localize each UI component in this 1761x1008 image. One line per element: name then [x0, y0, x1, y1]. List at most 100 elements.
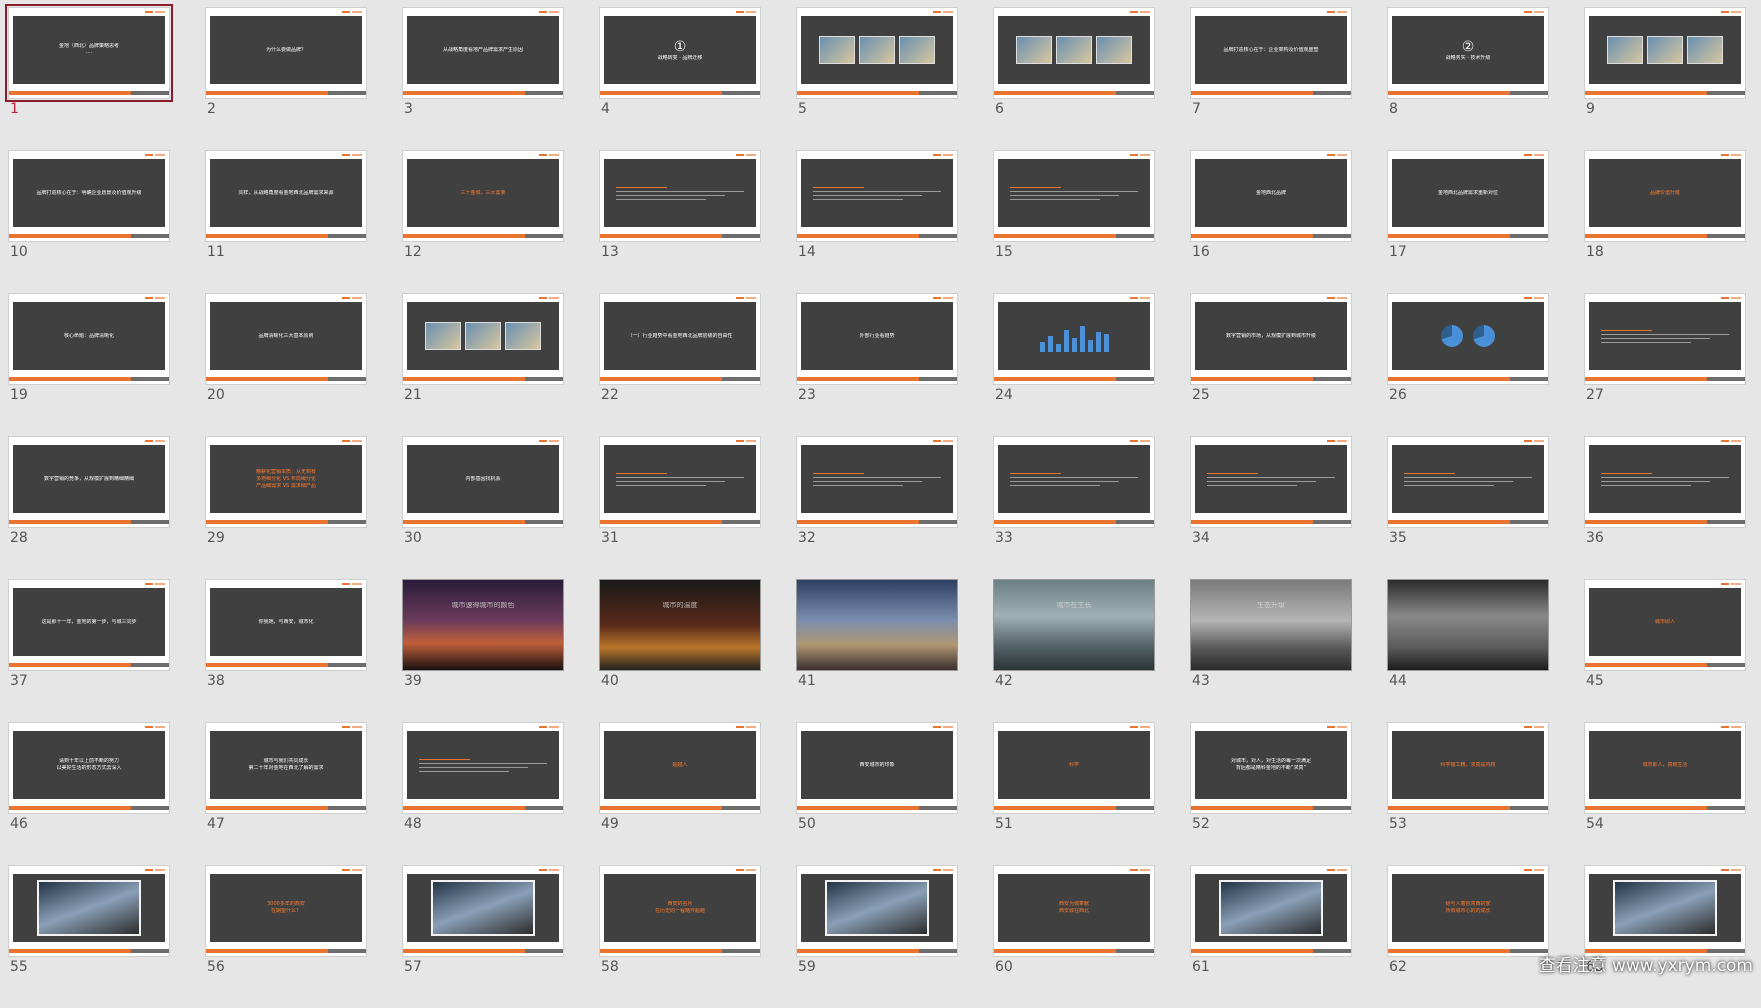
slide-thumbnail[interactable]	[796, 150, 958, 242]
slide-item[interactable]: 13	[599, 150, 761, 293]
slide-thumbnail[interactable]	[796, 7, 958, 99]
slide-thumbnail[interactable]: 给与人着扮真西的家 所有城市心的的成长	[1387, 865, 1549, 957]
slide-item[interactable]: 33	[993, 436, 1155, 579]
slide-thumbnail[interactable]: 城市的温度	[599, 579, 761, 671]
slide-item[interactable]: 你我她，与西安，城市化 38	[205, 579, 367, 722]
slide-thumbnail[interactable]	[1190, 865, 1352, 957]
slide-thumbnail[interactable]: 西安为城奉献 西安城在西北	[993, 865, 1155, 957]
slide-thumbnail[interactable]: 外部行业看趋势	[796, 293, 958, 385]
slide-item[interactable]: 14	[796, 150, 958, 293]
slide-item[interactable]: 核心命题：品牌清晰化 19	[8, 293, 170, 436]
slide-item[interactable]: 34	[1190, 436, 1352, 579]
slide-item[interactable]: 63	[1584, 865, 1746, 1008]
slide-thumbnail[interactable]	[796, 436, 958, 528]
slide-thumbnail[interactable]: 金地西北品牌	[1190, 150, 1352, 242]
slide-item[interactable]: 城市即人 45	[1584, 579, 1746, 722]
slide-item[interactable]: 品牌价值升级 18	[1584, 150, 1746, 293]
slide-thumbnail[interactable]	[993, 7, 1155, 99]
slide-item[interactable]: 这是那十一年，金地的第一步，与城三同步 37	[8, 579, 170, 722]
slide-item[interactable]: 品牌清晰化三大基本原则 20	[205, 293, 367, 436]
slide-item[interactable]: ① 战略转变 · 品牌迁移 4	[599, 7, 761, 150]
slide-item[interactable]: 西安城市的印象 50	[796, 722, 958, 865]
slide-item[interactable]: 品牌打造核心在于：企业架构及价值观重塑 7	[1190, 7, 1352, 150]
slide-thumbnail[interactable]	[1387, 293, 1549, 385]
slide-thumbnail[interactable]	[8, 865, 170, 957]
slide-thumbnail[interactable]: 数字营销的竞争，从规模扩展到精细精细	[8, 436, 170, 528]
slide-thumbnail[interactable]: 请到十年以上前不断的努力 以美好生活的形态方式去深入	[8, 722, 170, 814]
slide-item[interactable]: 32	[796, 436, 958, 579]
slide-thumbnail[interactable]	[1584, 7, 1746, 99]
slide-item[interactable]: ② 战略务实 · 技术升级 8	[1387, 7, 1549, 150]
slide-thumbnail[interactable]: 城市与我们共同成长 第二十年对金地在西北了解的需求	[205, 722, 367, 814]
slide-item[interactable]: 35	[1387, 436, 1549, 579]
slide-thumbnail[interactable]: 品牌打造核心在于：明确企业愿景及价值观升级	[8, 150, 170, 242]
slide-thumbnail[interactable]	[1190, 436, 1352, 528]
slide-thumbnail[interactable]	[796, 865, 958, 957]
slide-item[interactable]: 41	[796, 579, 958, 722]
slide-item[interactable]: 城市即人，真致生活 54	[1584, 722, 1746, 865]
slide-thumbnail[interactable]	[993, 293, 1155, 385]
slide-thumbnail[interactable]	[402, 865, 564, 957]
slide-item[interactable]: 26	[1387, 293, 1549, 436]
slide-thumbnail[interactable]	[599, 150, 761, 242]
slide-thumbnail[interactable]: 超越人	[599, 722, 761, 814]
slide-thumbnail[interactable]: ① 战略转变 · 品牌迁移	[599, 7, 761, 99]
slide-thumbnail[interactable]: 内部基因找机会	[402, 436, 564, 528]
slide-thumbnail[interactable]: 品牌价值升级	[1584, 150, 1746, 242]
slide-item[interactable]: 数字营销的竞争，从规模扩展到精细精细 28	[8, 436, 170, 579]
slide-item[interactable]: 三十金城，三大需要 12	[402, 150, 564, 293]
slide-item[interactable]: 从战略角度看地产品牌需求产生原因 3	[402, 7, 564, 150]
slide-item[interactable]: 科学 51	[993, 722, 1155, 865]
slide-thumbnail[interactable]: 同样，从战略角度看金地西北品牌需求来源	[205, 150, 367, 242]
slide-item[interactable]: 24	[993, 293, 1155, 436]
slide-item[interactable]: 9	[1584, 7, 1746, 150]
slide-thumbnail[interactable]	[402, 722, 564, 814]
slide-thumbnail[interactable]: 3000多年的西安 在期望什么？	[205, 865, 367, 957]
slide-thumbnail[interactable]	[796, 579, 958, 671]
slide-item[interactable]: 5	[796, 7, 958, 150]
slide-item[interactable]: 同样，从战略角度看金地西北品牌需求来源 11	[205, 150, 367, 293]
slide-item[interactable]: 城市速得城市的颜色 39	[402, 579, 564, 722]
slide-item[interactable]: 为什么要做品牌？ 2	[205, 7, 367, 150]
slide-item[interactable]: 金地西北品牌需求重新对位 17	[1387, 150, 1549, 293]
slide-thumbnail[interactable]: 精耕化营销本质：从无到有 多地细分化 VS 布局细分化 产品细需求 VS 需求细产品	[205, 436, 367, 528]
slide-thumbnail[interactable]	[599, 436, 761, 528]
slide-item[interactable]: 城市在生长 42	[993, 579, 1155, 722]
slide-item[interactable]: 请到十年以上前不断的努力 以美好生活的形态方式去深入 46	[8, 722, 170, 865]
slide-thumbnail[interactable]: 为什么要做品牌？	[205, 7, 367, 99]
slide-item[interactable]: 精耕化营销本质：从无到有 多地细分化 VS 布局细分化 产品细需求 VS 需求细产品…	[205, 436, 367, 579]
slide-thumbnail[interactable]: 品牌清晰化三大基本原则	[205, 293, 367, 385]
slide-thumbnail[interactable]: 从战略角度看地产品牌需求产生原因	[402, 7, 564, 99]
slide-thumbnail[interactable]	[1584, 293, 1746, 385]
slide-item[interactable]: 品牌打造核心在于：明确企业愿景及价值观升级 10	[8, 150, 170, 293]
slide-thumbnail[interactable]: 核心命题：品牌清晰化	[8, 293, 170, 385]
slide-thumbnail[interactable]: 对城市，对人，对生活的每一次满足 背后都是精科金地的不断“求真”	[1190, 722, 1352, 814]
slide-item[interactable]: 55	[8, 865, 170, 1008]
slide-thumbnail[interactable]: 西安的名片 在历史的一程略作超越	[599, 865, 761, 957]
slide-item[interactable]: 59	[796, 865, 958, 1008]
slide-item[interactable]: 金地西北品牌 16	[1190, 150, 1352, 293]
slide-thumbnail[interactable]: 这是那十一年，金地的第一步，与城三同步	[8, 579, 170, 671]
slide-item[interactable]: 数字营销的市场，从规模扩展到城市升级 25	[1190, 293, 1352, 436]
slide-thumbnail[interactable]: （一）行业趋势中看金地西北品牌层级的自由性	[599, 293, 761, 385]
slide-thumbnail[interactable]	[1387, 579, 1549, 671]
slide-thumbnail[interactable]: 品牌打造核心在于：企业架构及价值观重塑	[1190, 7, 1352, 99]
slide-thumbnail[interactable]: 城市在生长	[993, 579, 1155, 671]
slide-thumbnail[interactable]: 城市即人，真致生活	[1584, 722, 1746, 814]
slide-item[interactable]: 6	[993, 7, 1155, 150]
slide-item[interactable]: 对城市，对人，对生活的每一次满足 背后都是精科金地的不断“求真” 52	[1190, 722, 1352, 865]
slide-item[interactable]: 48	[402, 722, 564, 865]
slide-thumbnail[interactable]: ② 战略务实 · 技术升级	[1387, 7, 1549, 99]
slide-item[interactable]: 城市与我们共同成长 第二十年对金地在西北了解的需求 47	[205, 722, 367, 865]
slide-item[interactable]: 3000多年的西安 在期望什么？ 56	[205, 865, 367, 1008]
slide-item[interactable]: 城市的温度 40	[599, 579, 761, 722]
slide-thumbnail[interactable]	[993, 436, 1155, 528]
slide-thumbnail[interactable]	[993, 150, 1155, 242]
slide-item[interactable]: 内部基因找机会 30	[402, 436, 564, 579]
slide-item[interactable]: 西安的名片 在历史的一程略作超越 58	[599, 865, 761, 1008]
slide-item[interactable]: （一）行业趋势中看金地西北品牌层级的自由性 22	[599, 293, 761, 436]
slide-thumbnail[interactable]	[402, 293, 564, 385]
slide-thumbnail[interactable]: 你我她，与西安，城市化	[205, 579, 367, 671]
slide-item[interactable]: 27	[1584, 293, 1746, 436]
slide-thumbnail[interactable]: 科学施工精，求真是内核	[1387, 722, 1549, 814]
